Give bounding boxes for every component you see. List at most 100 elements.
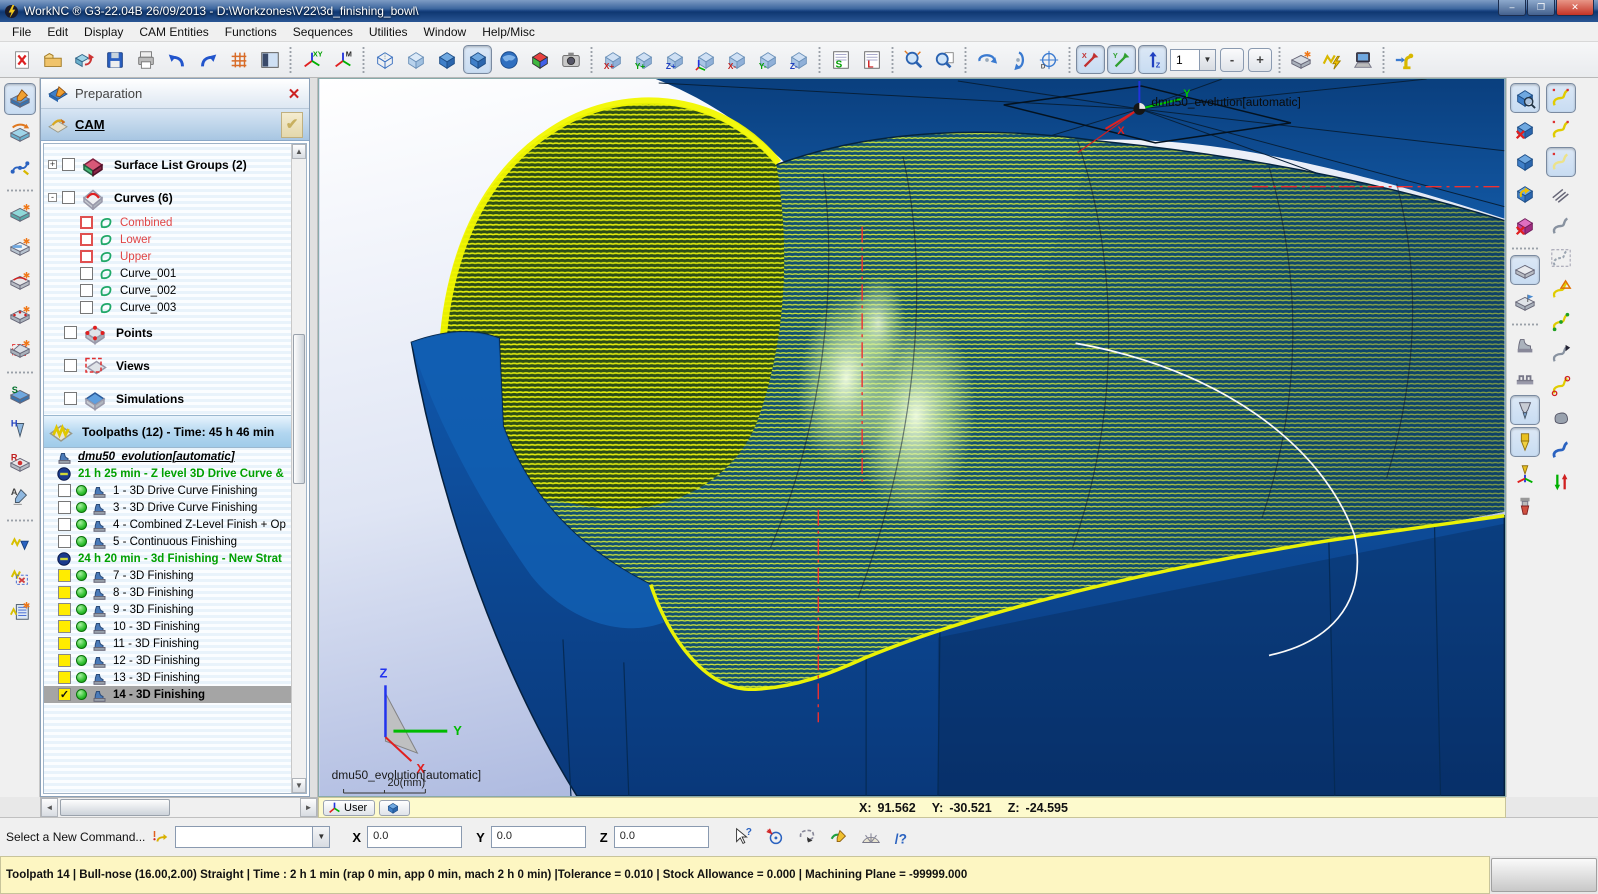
origin-axis-button[interactable]: XY: [297, 45, 326, 74]
view-y-plus-button[interactable]: Y+: [629, 45, 658, 74]
hscroll-thumb[interactable]: [60, 799, 170, 816]
surface-select-button[interactable]: [1510, 287, 1540, 317]
new-view-button[interactable]: ✱: [4, 333, 36, 365]
y-coordinate-field[interactable]: 0.0: [491, 826, 586, 848]
toolpath-zone-button[interactable]: [4, 561, 36, 593]
surface-mode-button[interactable]: S: [4, 379, 36, 411]
rotate-vertical-button[interactable]: [1003, 45, 1032, 74]
tree-item-checkbox[interactable]: [58, 620, 71, 633]
surface-display-button[interactable]: [1510, 255, 1540, 285]
postprocessor-button[interactable]: [1390, 45, 1419, 74]
scroll-left-icon[interactable]: ◄: [41, 798, 58, 817]
tree-item[interactable]: 4 - Combined Z-Level Finish + Op: [44, 516, 291, 533]
tree-vertical-scrollbar[interactable]: ▲ ▼: [291, 144, 306, 793]
machine-axis-button[interactable]: M: [328, 45, 357, 74]
tool-display-button[interactable]: [1510, 427, 1540, 457]
tree-item-checkbox[interactable]: [64, 359, 77, 372]
view-dynamic-shade-button[interactable]: [494, 45, 523, 74]
curve-editor-button[interactable]: [4, 151, 36, 183]
tree-item[interactable]: Curve_002: [44, 282, 291, 299]
annotation-mode-button[interactable]: A: [4, 481, 36, 513]
maximize-button[interactable]: ❐: [1527, 0, 1555, 16]
scroll-down-icon[interactable]: ▼: [292, 778, 306, 793]
preparation-mode-button[interactable]: [4, 83, 36, 115]
undo-button[interactable]: [162, 45, 191, 74]
layer-list-button[interactable]: L: [857, 45, 886, 74]
toolpath-batch-button[interactable]: [1317, 45, 1346, 74]
user-view-button[interactable]: User: [323, 800, 375, 816]
tree-item[interactable]: 5 - Continuous Finishing: [44, 533, 291, 550]
tree-item-checkbox[interactable]: ✓: [58, 688, 71, 701]
tree-item[interactable]: ✓14 - 3D Finishing: [44, 686, 291, 703]
grid-button[interactable]: [224, 45, 253, 74]
tree-item[interactable]: Upper: [44, 248, 291, 265]
tree-item[interactable]: Curve_003: [44, 299, 291, 316]
tree-item-checkbox[interactable]: [80, 301, 93, 314]
cam-section-header[interactable]: CAM ✔: [41, 109, 309, 141]
view-y-minus-button[interactable]: Y-: [753, 45, 782, 74]
view-z-plus-button[interactable]: Z+: [660, 45, 689, 74]
menu-sequences[interactable]: Sequences: [285, 23, 361, 41]
tree-expander-icon[interactable]: -: [48, 193, 57, 202]
tree-item[interactable]: 11 - 3D Finishing: [44, 635, 291, 652]
select-tool-button[interactable]: ?: [728, 822, 758, 852]
tree-item-checkbox[interactable]: [58, 637, 71, 650]
tree-item-checkbox[interactable]: [58, 501, 71, 514]
new-surface-list-button[interactable]: ✱: [4, 231, 36, 263]
menu-edit[interactable]: Edit: [39, 23, 76, 41]
tree-item[interactable]: 13 - 3D Finishing: [44, 669, 291, 686]
redo-button[interactable]: [193, 45, 222, 74]
tree-item-checkbox[interactable]: [62, 191, 75, 204]
tree-item[interactable]: 3 - 3D Drive Curve Finishing: [44, 499, 291, 516]
tree-item[interactable]: 21 h 25 min - Z level 3D Drive Curve &: [44, 465, 291, 482]
toolpath-blue-button[interactable]: [1546, 435, 1576, 465]
tree-item-checkbox[interactable]: [58, 586, 71, 599]
tree-item[interactable]: 12 - 3D Finishing: [44, 652, 291, 669]
surface-inspect-button[interactable]: [1510, 83, 1540, 113]
machine-display-button[interactable]: [1510, 331, 1540, 361]
tree-item[interactable]: Combined: [44, 214, 291, 231]
new-toolpath-button[interactable]: [4, 527, 36, 559]
lasso-select-button[interactable]: [792, 822, 822, 852]
tool-axis-button[interactable]: [1510, 459, 1540, 489]
surface-transform-button[interactable]: [4, 117, 36, 149]
tree-item-checkbox[interactable]: [80, 250, 93, 263]
view-x-plus-button[interactable]: X+: [598, 45, 627, 74]
tree-item[interactable]: +Surface List Groups (2): [44, 148, 291, 181]
toolpath-warning-button[interactable]: [1546, 275, 1576, 305]
view-shaded-button[interactable]: [463, 45, 492, 74]
menu-display[interactable]: Display: [76, 23, 131, 41]
close-button[interactable]: ✕: [1556, 0, 1594, 16]
dynamic-z-button[interactable]: Z: [1138, 45, 1167, 74]
save-button[interactable]: [100, 45, 129, 74]
tree-item-checkbox[interactable]: [80, 233, 93, 246]
new-curve-button[interactable]: ✱: [4, 265, 36, 297]
tree-item-checkbox[interactable]: [80, 267, 93, 280]
zoom-window-button[interactable]: [930, 45, 959, 74]
close-document-button[interactable]: [7, 45, 36, 74]
dynamic-x-button[interactable]: X: [1076, 45, 1105, 74]
tree-item-checkbox[interactable]: [64, 392, 77, 405]
view-solid-button[interactable]: [432, 45, 461, 74]
view-x-minus-button[interactable]: X-: [722, 45, 751, 74]
simulation-button[interactable]: [1348, 45, 1377, 74]
context-help-button[interactable]: /?: [888, 822, 918, 852]
dynamic-y-button[interactable]: Y: [1107, 45, 1136, 74]
tree-item[interactable]: Simulations: [44, 382, 291, 415]
tree-item-checkbox[interactable]: [62, 158, 75, 171]
view-multicolor-button[interactable]: [525, 45, 554, 74]
menu-file[interactable]: File: [4, 23, 39, 41]
toolpath-zone-display-button[interactable]: [1546, 243, 1576, 273]
toolpath-display-partial-button[interactable]: [1546, 115, 1576, 145]
view-hidden-line-button[interactable]: [401, 45, 430, 74]
command-combobox[interactable]: ▼: [175, 826, 330, 848]
tool-mode-button[interactable]: H: [4, 413, 36, 445]
point-capture-button[interactable]: [760, 822, 790, 852]
tree-item-checkbox[interactable]: [58, 603, 71, 616]
panel-splitter[interactable]: [310, 78, 318, 797]
measure-tool-button[interactable]: [856, 822, 886, 852]
tree-item[interactable]: -Curves (6): [44, 181, 291, 214]
retract-display-button[interactable]: [1546, 467, 1576, 497]
tree-expander-icon[interactable]: +: [48, 160, 57, 169]
panel-close-icon[interactable]: ✕: [285, 85, 303, 103]
